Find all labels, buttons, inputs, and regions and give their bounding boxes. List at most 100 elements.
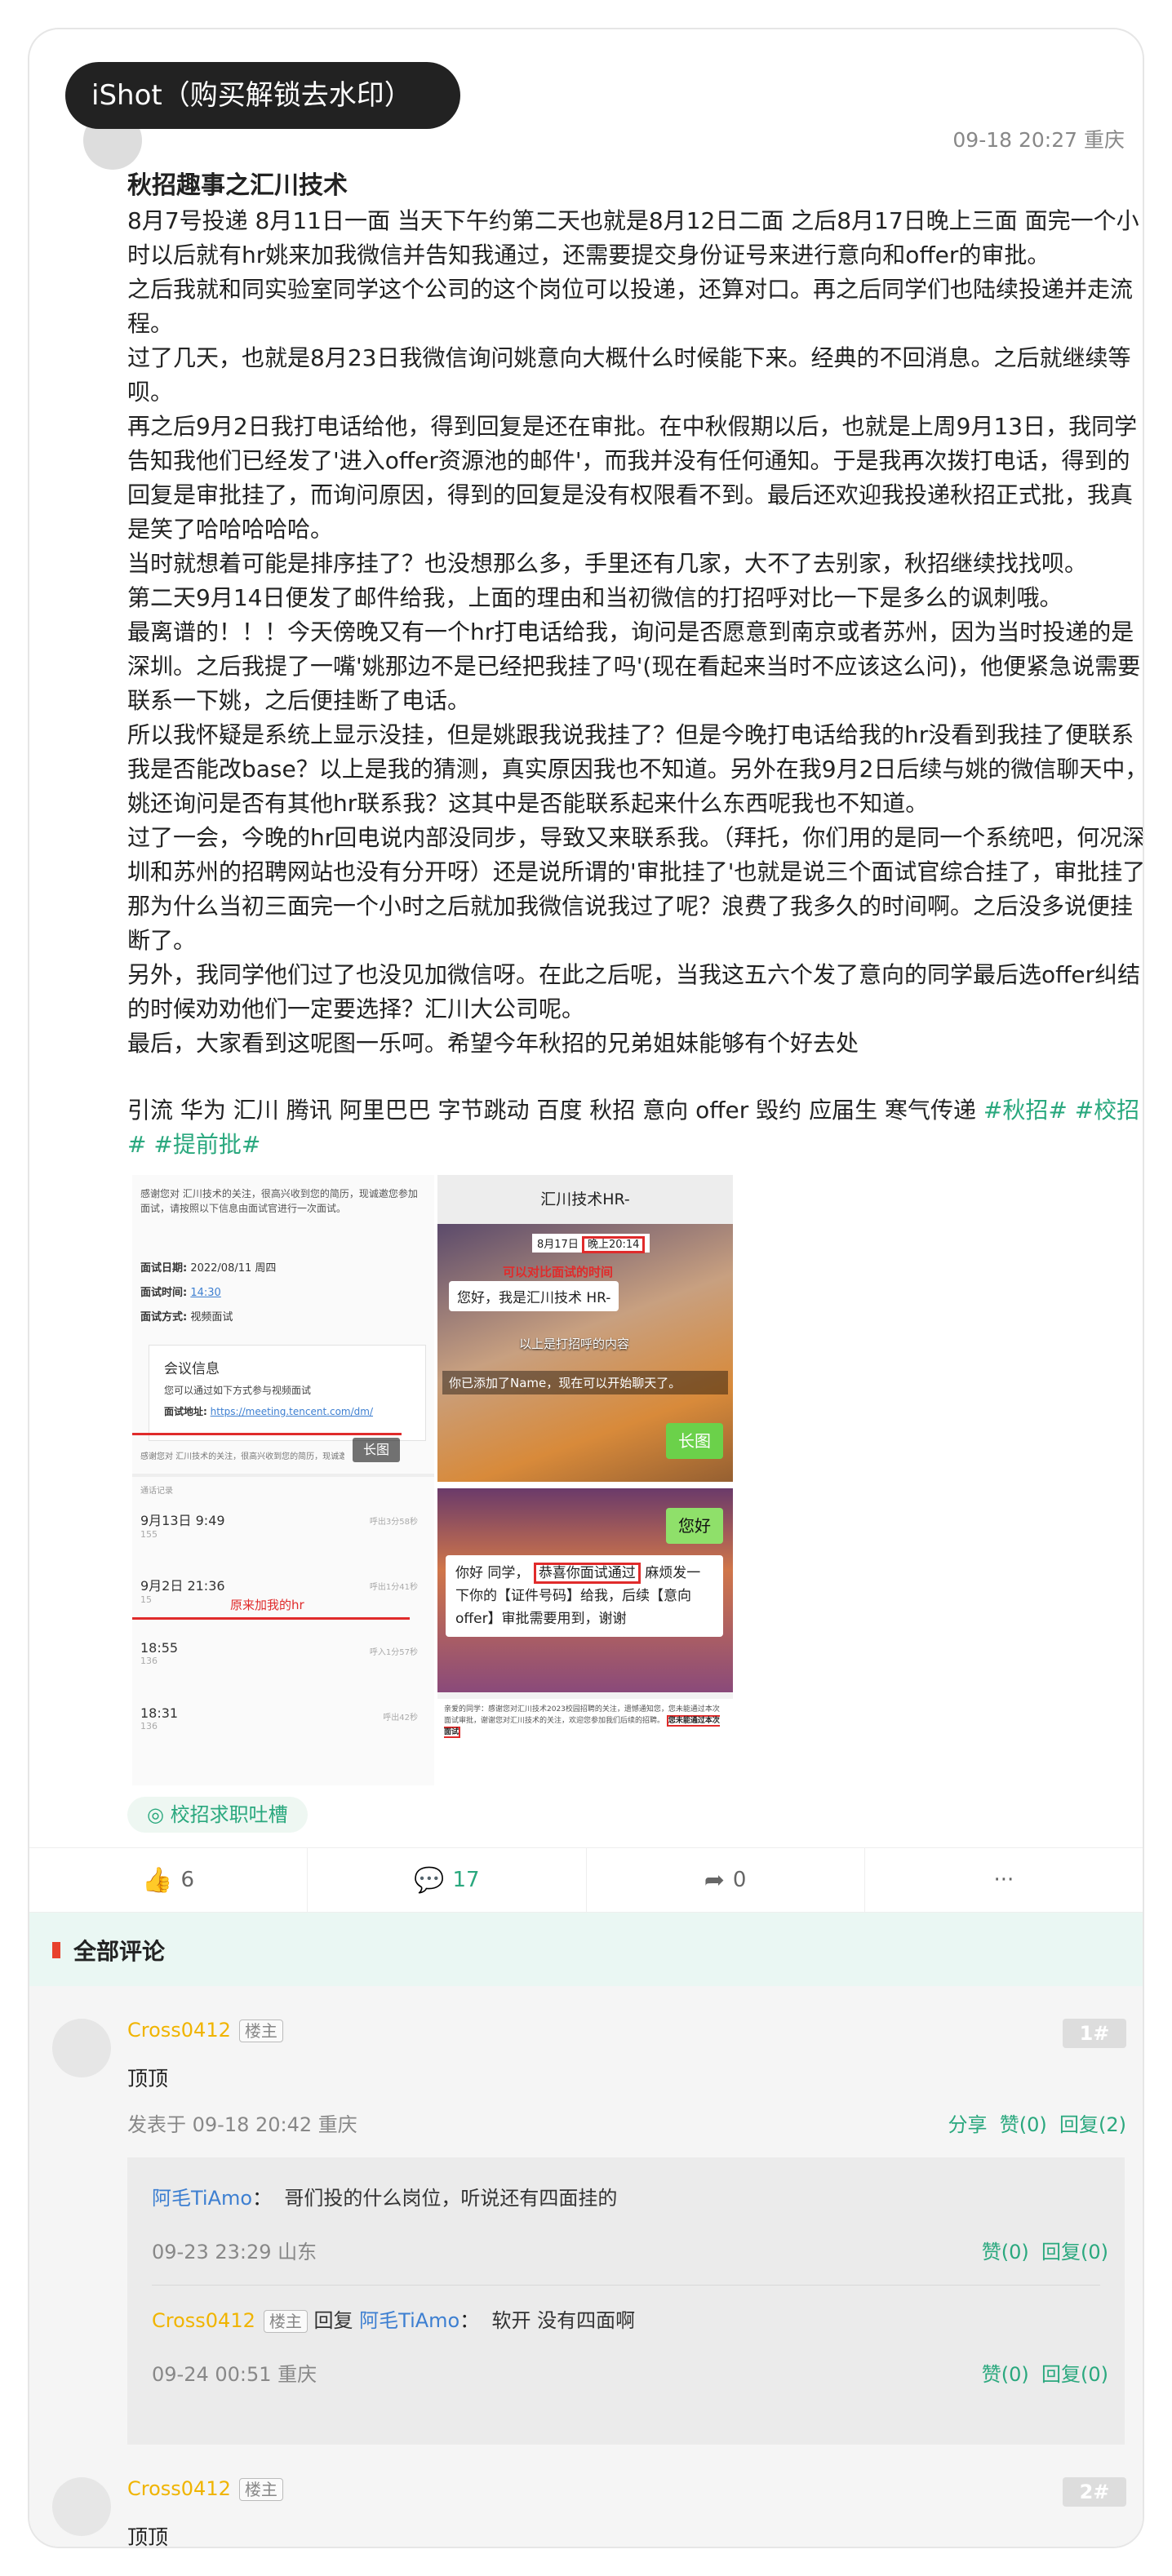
system-notice: 你已添加了Name，现在可以开始聊天了。 xyxy=(442,1371,728,1394)
reply-link[interactable]: 回复(0) xyxy=(1041,2241,1108,2263)
mode-value: 视频面试 xyxy=(190,1311,233,1323)
topic-chip-label: 校招求职吐槽 xyxy=(170,1803,288,1826)
share-button[interactable]: ➦ 0 xyxy=(587,1848,865,1912)
topic-tag-link[interactable]: # #提前批# xyxy=(127,1131,260,1158)
comment-author[interactable]: Cross0412 楼主 xyxy=(127,2019,283,2042)
reply-actions: 赞(0) 回复(0) xyxy=(982,2358,1108,2387)
date-label: 面试日期: xyxy=(140,1262,188,1275)
post-paragraph: 第二天9月14日便发了邮件给我，上面的理由和当初微信的打招呼对比一下是多么的讽刺… xyxy=(127,584,1063,611)
reply-text: 哥们投的什么岗位，听说还有四面挂的 xyxy=(284,2187,618,2210)
share-link[interactable]: 分享 xyxy=(948,2113,987,2136)
commenter-avatar[interactable] xyxy=(52,2477,111,2536)
rejection-email: 亲爱的同学：感谢您对汇川技术2023校园招聘的关注，遗憾通知您，您未能通过本次面… xyxy=(437,1699,733,1785)
reply-word: 回复 xyxy=(313,2309,353,2332)
chat-message: 你好 同学， 恭喜你面试通过 麻烦发一下你的【证件号码】给我，后续【意向 off… xyxy=(446,1555,723,1637)
op-badge: 楼主 xyxy=(263,2310,308,2333)
reply-colon: ： xyxy=(252,2187,273,2210)
meeting-hint: 您可以通过如下方式参与视频面试 xyxy=(164,1385,312,1396)
reply-item: 阿毛TiAmo： 哥们投的什么岗位，听说还有四面挂的 xyxy=(152,2182,617,2210)
like-link[interactable]: 赞(0) xyxy=(982,2241,1029,2263)
compare-annotation: 可以对比面试的时间 xyxy=(503,1265,614,1279)
reply-time: 09-23 23:29 山东 xyxy=(152,2241,317,2263)
post-timestamp: 09-18 20:27 重庆 xyxy=(952,128,1125,152)
comments-list: Cross0412 楼主 1# 顶顶 发表于 09-18 20:42 重庆 分享 … xyxy=(29,1986,1143,2547)
meeting-address: 面试地址: https://meeting.tencent.com/dm/ xyxy=(164,1404,373,1418)
greet-annotation: 以上是打招呼的内容 xyxy=(519,1337,630,1351)
msg-greeting: 你好 xyxy=(455,1565,483,1581)
post-paragraph: 最离谱的！！！今天傍晚又有一个hr打电话给我，询问是否愿意到南京或者苏州，因为当… xyxy=(127,619,1141,714)
comment-button[interactable]: 💬 17 xyxy=(308,1848,587,1912)
comments-header: 全部评论 xyxy=(29,1913,1143,1986)
post-paragraph: 当时就想着可能是排序挂了？也没想那么多，手里还有几家，大不了去别家，秋招继续找找… xyxy=(127,550,1088,577)
meeting-info-box: 会议信息 您可以通过如下方式参与视频面试 面试地址: https://meeti… xyxy=(149,1345,426,1441)
post-tags: 引流 华为 汇川 腾讯 阿里巴巴 字节跳动 百度 秋招 意向 offer 毁约 … xyxy=(127,1093,1143,1162)
screenshot-image-right[interactable]: 汇川技术HR- 8月17日 晚上20:14 可以对比面试的时间 您好，我是汇川技… xyxy=(437,1175,733,1785)
reply-text: 软开 没有四面啊 xyxy=(491,2309,636,2332)
share-arrow-icon: ➦ xyxy=(704,1865,725,1895)
post-card: 09-18 20:27 重庆 秋招趣事之汇川技术 8月7号投递 8月11日一面 … xyxy=(29,29,1143,2547)
reply-item: Cross0412 楼主 回复 阿毛TiAmo： 软开 没有四面啊 xyxy=(152,2304,635,2333)
screenshot-image-left[interactable]: 感谢您对 汇川技术的关注，很高兴收到您的简历，现诚邀您参加面试，请按照以下信息由… xyxy=(132,1175,434,1785)
mode-label: 面试方式: xyxy=(140,1311,188,1323)
topic-chip[interactable]: ◎ 校招求职吐槽 xyxy=(127,1797,308,1833)
share-count: 0 xyxy=(732,1868,747,1892)
interview-info: 面试日期: 2022/08/11 周四 面试时间: 14:30 面试方式: 视频… xyxy=(140,1257,276,1330)
post-body: 8月7号投递 8月11日一面 当天下午约第二天也就是8月12日二面 之后8月17… xyxy=(127,204,1143,1061)
like-link[interactable]: 赞(0) xyxy=(1000,2113,1047,2136)
meeting-link: https://meeting.tencent.com/dm/ xyxy=(210,1406,374,1417)
more-icon: ··· xyxy=(993,1868,1014,1892)
time-label: 面试时间: xyxy=(140,1287,188,1299)
reply-link[interactable]: 回复(2) xyxy=(1059,2113,1126,2136)
divider xyxy=(132,1474,434,1477)
meeting-addr-label: 面试地址: xyxy=(164,1406,207,1417)
reply-link[interactable]: 回复(0) xyxy=(1041,2363,1108,2386)
msg-student: 同学， xyxy=(487,1565,530,1581)
reply-colon: ： xyxy=(459,2309,480,2332)
comment-count: 17 xyxy=(452,1868,480,1892)
post-images: 感谢您对 汇川技术的关注，很高兴收到您的简历，现诚邀您参加面试，请按照以下信息由… xyxy=(132,1175,761,1785)
call-number: 155 xyxy=(140,1529,158,1540)
comments-title: 全部评论 xyxy=(73,1938,166,1965)
thumbs-up-icon: 👍 xyxy=(142,1865,173,1895)
comment-time: 发表于 09-18 20:42 重庆 xyxy=(127,2113,357,2136)
commenter-avatar[interactable] xyxy=(52,2019,111,2077)
red-underline xyxy=(132,1617,410,1620)
date-value: 2022/08/11 周四 xyxy=(190,1262,277,1275)
call-duration: 呼入1分57秒 xyxy=(369,1648,418,1657)
post-paragraph: 另外，我同学他们过了也没见加微信呀。在此之后呢，当我这五六个发了意向的同学最后选… xyxy=(127,961,1141,1022)
divider xyxy=(437,1482,733,1488)
call-duration: 呼出3分58秒 xyxy=(369,1518,418,1527)
floor-badge: 1# xyxy=(1063,2019,1126,2048)
like-count: 6 xyxy=(180,1868,195,1892)
call-time: 18:31 xyxy=(140,1705,179,1721)
post-action-bar: 👍 6 💬 17 ➦ 0 ··· xyxy=(29,1847,1143,1913)
long-image-badge: 长图 xyxy=(666,1423,723,1459)
topic-tag-link[interactable]: #秋招# #校招 xyxy=(983,1097,1139,1124)
call-row: 18:31 136 呼出42秒 xyxy=(140,1705,418,1771)
email-intro: 感谢您对 汇川技术的关注，很高兴收到您的简历，现诚邀您参加面试，请按照以下信息由… xyxy=(140,1188,418,1214)
like-link[interactable]: 赞(0) xyxy=(982,2363,1029,2386)
divider xyxy=(152,2285,1100,2286)
reply-time: 09-24 00:51 重庆 xyxy=(152,2363,317,2386)
post-paragraph: 过了几天，也就是8月23日我微信询问姚意向大概什么时候能下来。经典的不回消息。之… xyxy=(127,344,1131,406)
comment-author[interactable]: Cross0412 楼主 xyxy=(127,2477,283,2501)
author-name: Cross0412 xyxy=(127,2019,231,2042)
chat-message: 您好，我是汇川技术 HR- xyxy=(449,1281,619,1311)
comment-icon: 💬 xyxy=(414,1865,445,1895)
reply-target[interactable]: 阿毛TiAmo xyxy=(359,2309,459,2332)
call-log-list: 9月13日 9:49 155 呼出3分58秒 9月2日 21:36 15 原来加… xyxy=(132,1510,418,1771)
meeting-title: 会议信息 xyxy=(164,1361,220,1377)
reply-author[interactable]: Cross0412 xyxy=(152,2309,255,2332)
like-button[interactable]: 👍 6 xyxy=(29,1848,309,1912)
call-row: 9月13日 9:49 155 呼出3分58秒 xyxy=(140,1510,418,1575)
more-button[interactable]: ··· xyxy=(865,1848,1143,1912)
comment-text: 顶顶 xyxy=(127,2067,169,2091)
chat-reply-bubble: 您好 xyxy=(666,1508,723,1544)
section-marker xyxy=(52,1942,60,1958)
ishot-watermark: iShot（购买解锁去水印） xyxy=(65,62,460,129)
chat-datetime: 8月17日 晚上20:14 xyxy=(532,1234,650,1253)
post-paragraph: 过了一会，今晚的hr回电说内部没同步，导致又来联系我。（拜托，你们用的是同一个系… xyxy=(127,824,1143,954)
reply-author[interactable]: 阿毛TiAmo xyxy=(152,2187,252,2210)
call-row: 18:55 136 呼入1分57秒 xyxy=(140,1640,418,1705)
post-paragraph: 所以我怀疑是系统上显示没挂，但是姚跟我说我挂了？但是今晚打电话给我的hr没看到我… xyxy=(127,721,1143,817)
